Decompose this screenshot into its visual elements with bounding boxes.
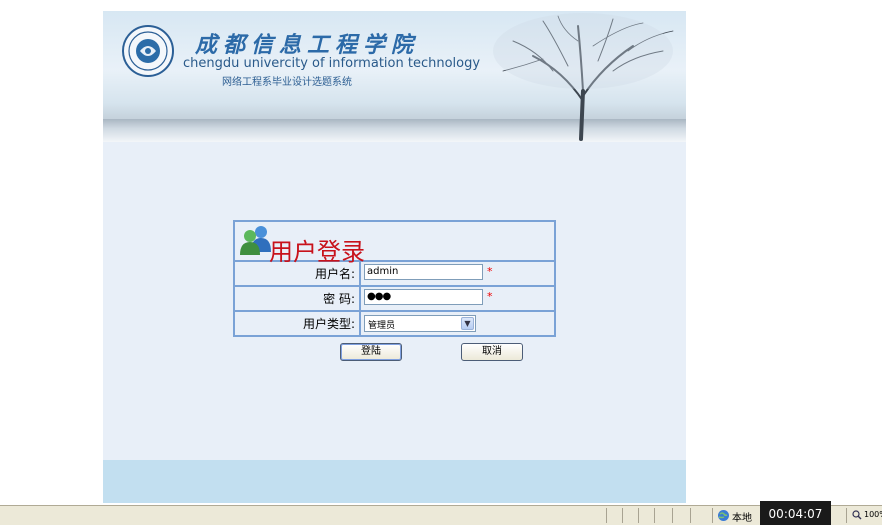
select-arrow-icon[interactable]: ▼ xyxy=(461,317,474,330)
login-header: 用户登录 xyxy=(233,220,556,266)
internet-zone-icon xyxy=(718,510,729,521)
status-divider xyxy=(622,508,623,523)
password-cell: ●●● * xyxy=(359,285,556,312)
status-divider xyxy=(846,508,847,523)
header-banner: 成都信息工程学院 chengdu univercity of informati… xyxy=(103,11,686,142)
status-divider xyxy=(638,508,639,523)
cancel-button[interactable]: 取消 xyxy=(461,343,523,361)
school-name-en: chengdu univercity of information techno… xyxy=(183,56,481,71)
login-button[interactable]: 登陆 xyxy=(340,343,402,361)
required-mark: * xyxy=(487,290,493,303)
school-name-cn: 成都信息工程学院 xyxy=(195,32,420,58)
status-divider xyxy=(672,508,673,523)
username-input[interactable]: admin xyxy=(364,264,483,280)
footer-band xyxy=(103,460,686,503)
recording-timer: 00:04:07 xyxy=(760,501,831,525)
username-cell: admin * xyxy=(359,260,556,287)
zoom-label[interactable]: 100% xyxy=(864,510,882,519)
user-type-select[interactable]: 管理员 ▼ xyxy=(364,315,476,332)
page-container: 成都信息工程学院 chengdu univercity of informati… xyxy=(103,11,686,503)
winter-tree-image xyxy=(493,13,674,141)
users-icon xyxy=(240,226,271,255)
school-seal-logo xyxy=(122,25,174,77)
zone-label: 本地 xyxy=(732,513,752,524)
login-form: 用户登录 用户名: admin * 密 码: ●●● * 用户类型: 管理员 ▼ xyxy=(233,220,556,337)
user-type-cell: 管理员 ▼ xyxy=(359,310,556,337)
password-input[interactable]: ●●● xyxy=(364,289,483,305)
user-type-value: 管理员 xyxy=(368,321,396,331)
status-bar: 本地 100% xyxy=(0,505,882,525)
status-divider xyxy=(712,508,713,523)
password-label: 密 码: xyxy=(233,285,361,312)
status-divider xyxy=(606,508,607,523)
login-title: 用户登录 xyxy=(269,238,365,266)
status-divider xyxy=(654,508,655,523)
status-divider xyxy=(690,508,691,523)
user-type-label: 用户类型: xyxy=(233,310,361,337)
zoom-icon[interactable] xyxy=(852,510,862,520)
system-name: 网络工程系毕业设计选题系统 xyxy=(222,77,352,88)
required-mark: * xyxy=(487,265,493,278)
